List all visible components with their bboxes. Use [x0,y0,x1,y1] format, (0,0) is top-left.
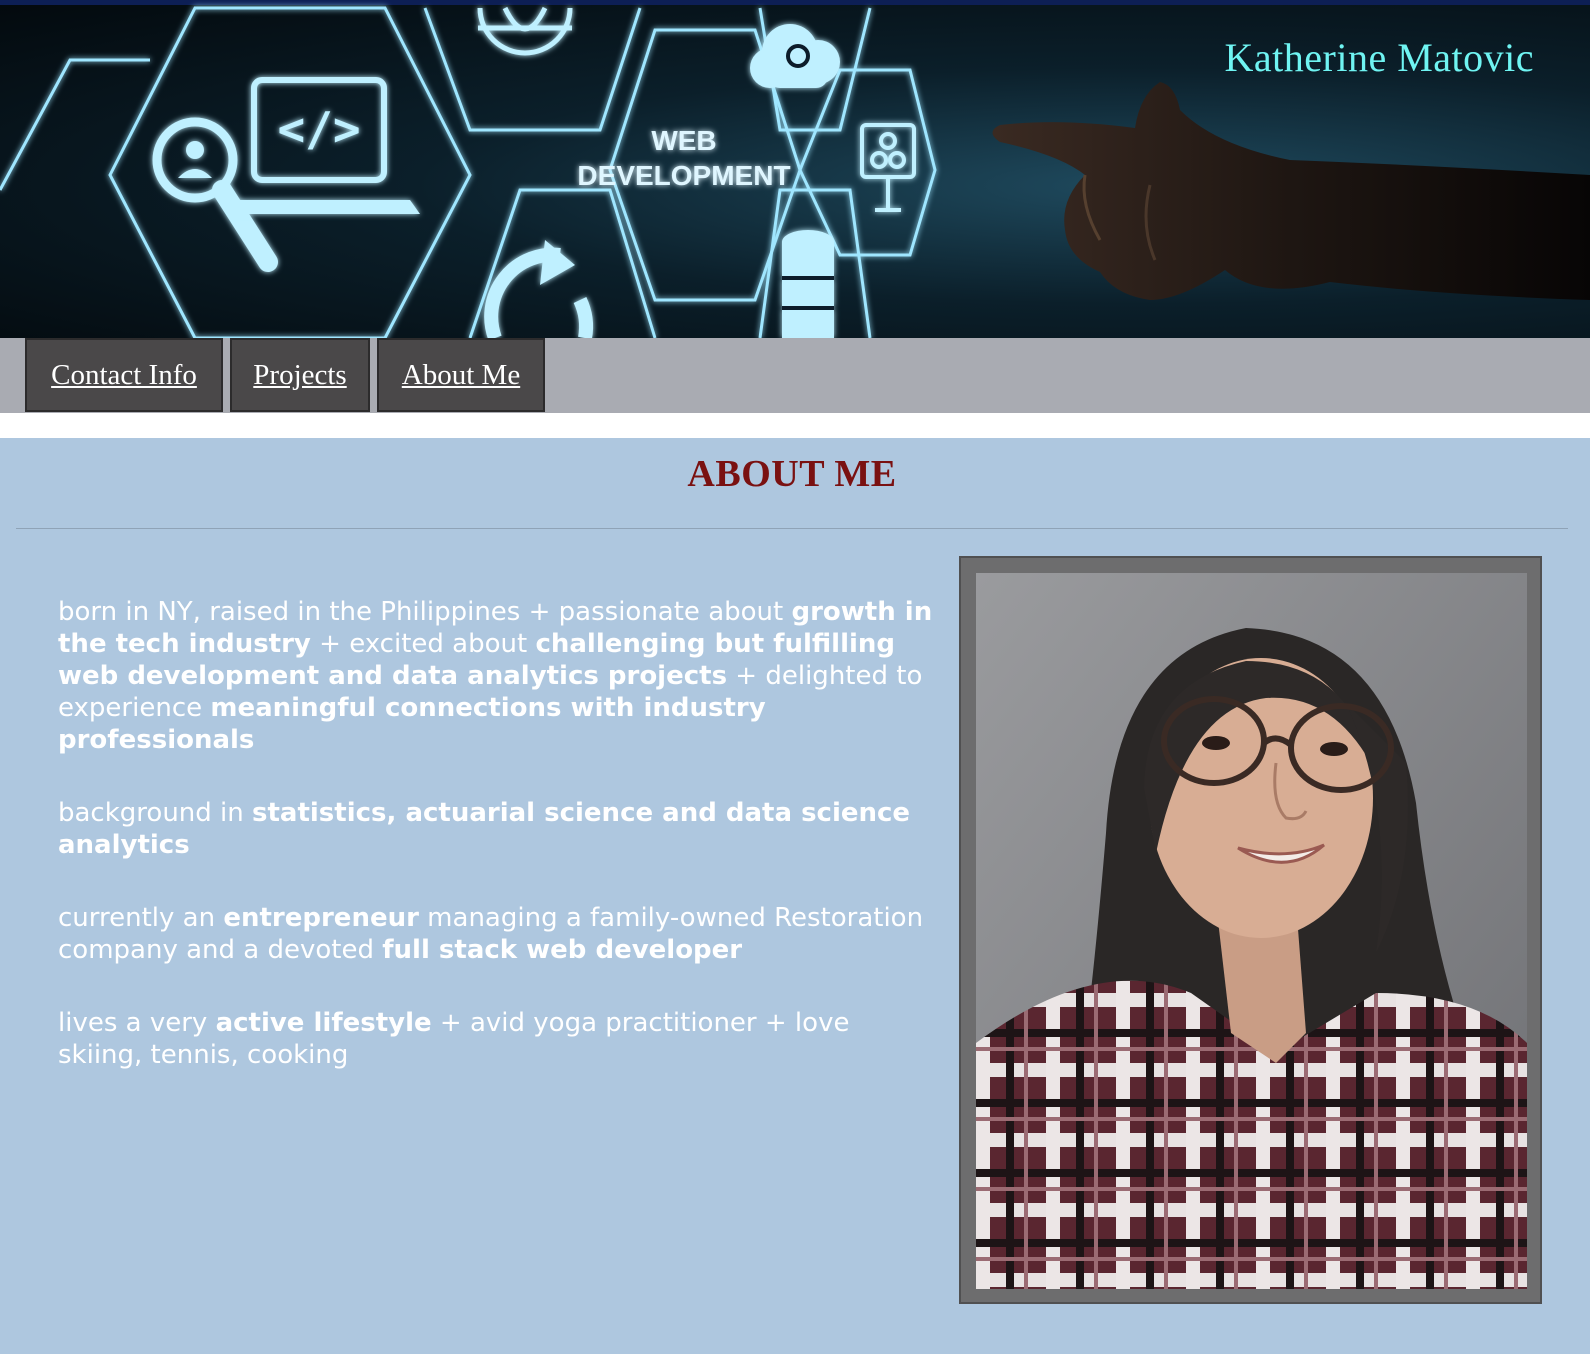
bio-highlight: full stack web developer [382,935,743,965]
bio-highlight: active lifestyle [215,1008,432,1038]
header-banner: </> WEB DEVELOPMENT Katherine Matovic [0,0,1590,338]
bio-text-run: born in NY, raised in the Philippines + … [58,597,792,627]
svg-text:</>: </> [277,102,360,156]
profile-photo-frame [959,556,1542,1304]
bio-text-run: + excited about [310,629,536,659]
page-title: ABOUT ME [687,453,897,495]
about-section: ABOUT ME born in NY, raised in the Phili… [0,438,1590,1354]
main-nav: Contact Info Projects About Me [0,338,1590,413]
bio-highlight: entrepreneur [223,903,419,933]
database-icon [782,230,834,338]
nav-about-me[interactable]: About Me [377,338,545,412]
refresh-code-icon [484,240,594,338]
globe-icon [477,6,573,56]
svg-text:DEVELOPMENT: DEVELOPMENT [577,160,790,191]
nav-contact-info[interactable]: Contact Info [25,338,223,412]
hexagon-outline [0,58,150,191]
pointing-hand-image [992,82,1590,300]
bio-paragraph: currently an entrepreneur managing a fam… [58,902,938,966]
section-divider [16,528,1568,529]
nav-projects[interactable]: Projects [230,338,370,412]
svg-text:WEB: WEB [651,125,716,156]
bio-text: born in NY, raised in the Philippines + … [58,596,938,1112]
site-title: Katherine Matovic [1224,35,1534,80]
hierarchy-monitor-icon [860,123,916,212]
bio-paragraph: born in NY, raised in the Philippines + … [58,596,938,756]
bio-text-run: background in [58,798,253,828]
profile-photo [976,573,1527,1289]
bio-paragraph: background in statistics, actuarial scie… [58,797,938,861]
bio-paragraph: lives a very active lifestyle + avid yog… [58,1007,938,1071]
bio-text-run: lives a very [58,1008,216,1038]
bio-text-run: currently an [58,903,224,933]
web-development-label: WEB DEVELOPMENT [577,125,790,191]
code-laptop-icon: </> [230,77,420,214]
